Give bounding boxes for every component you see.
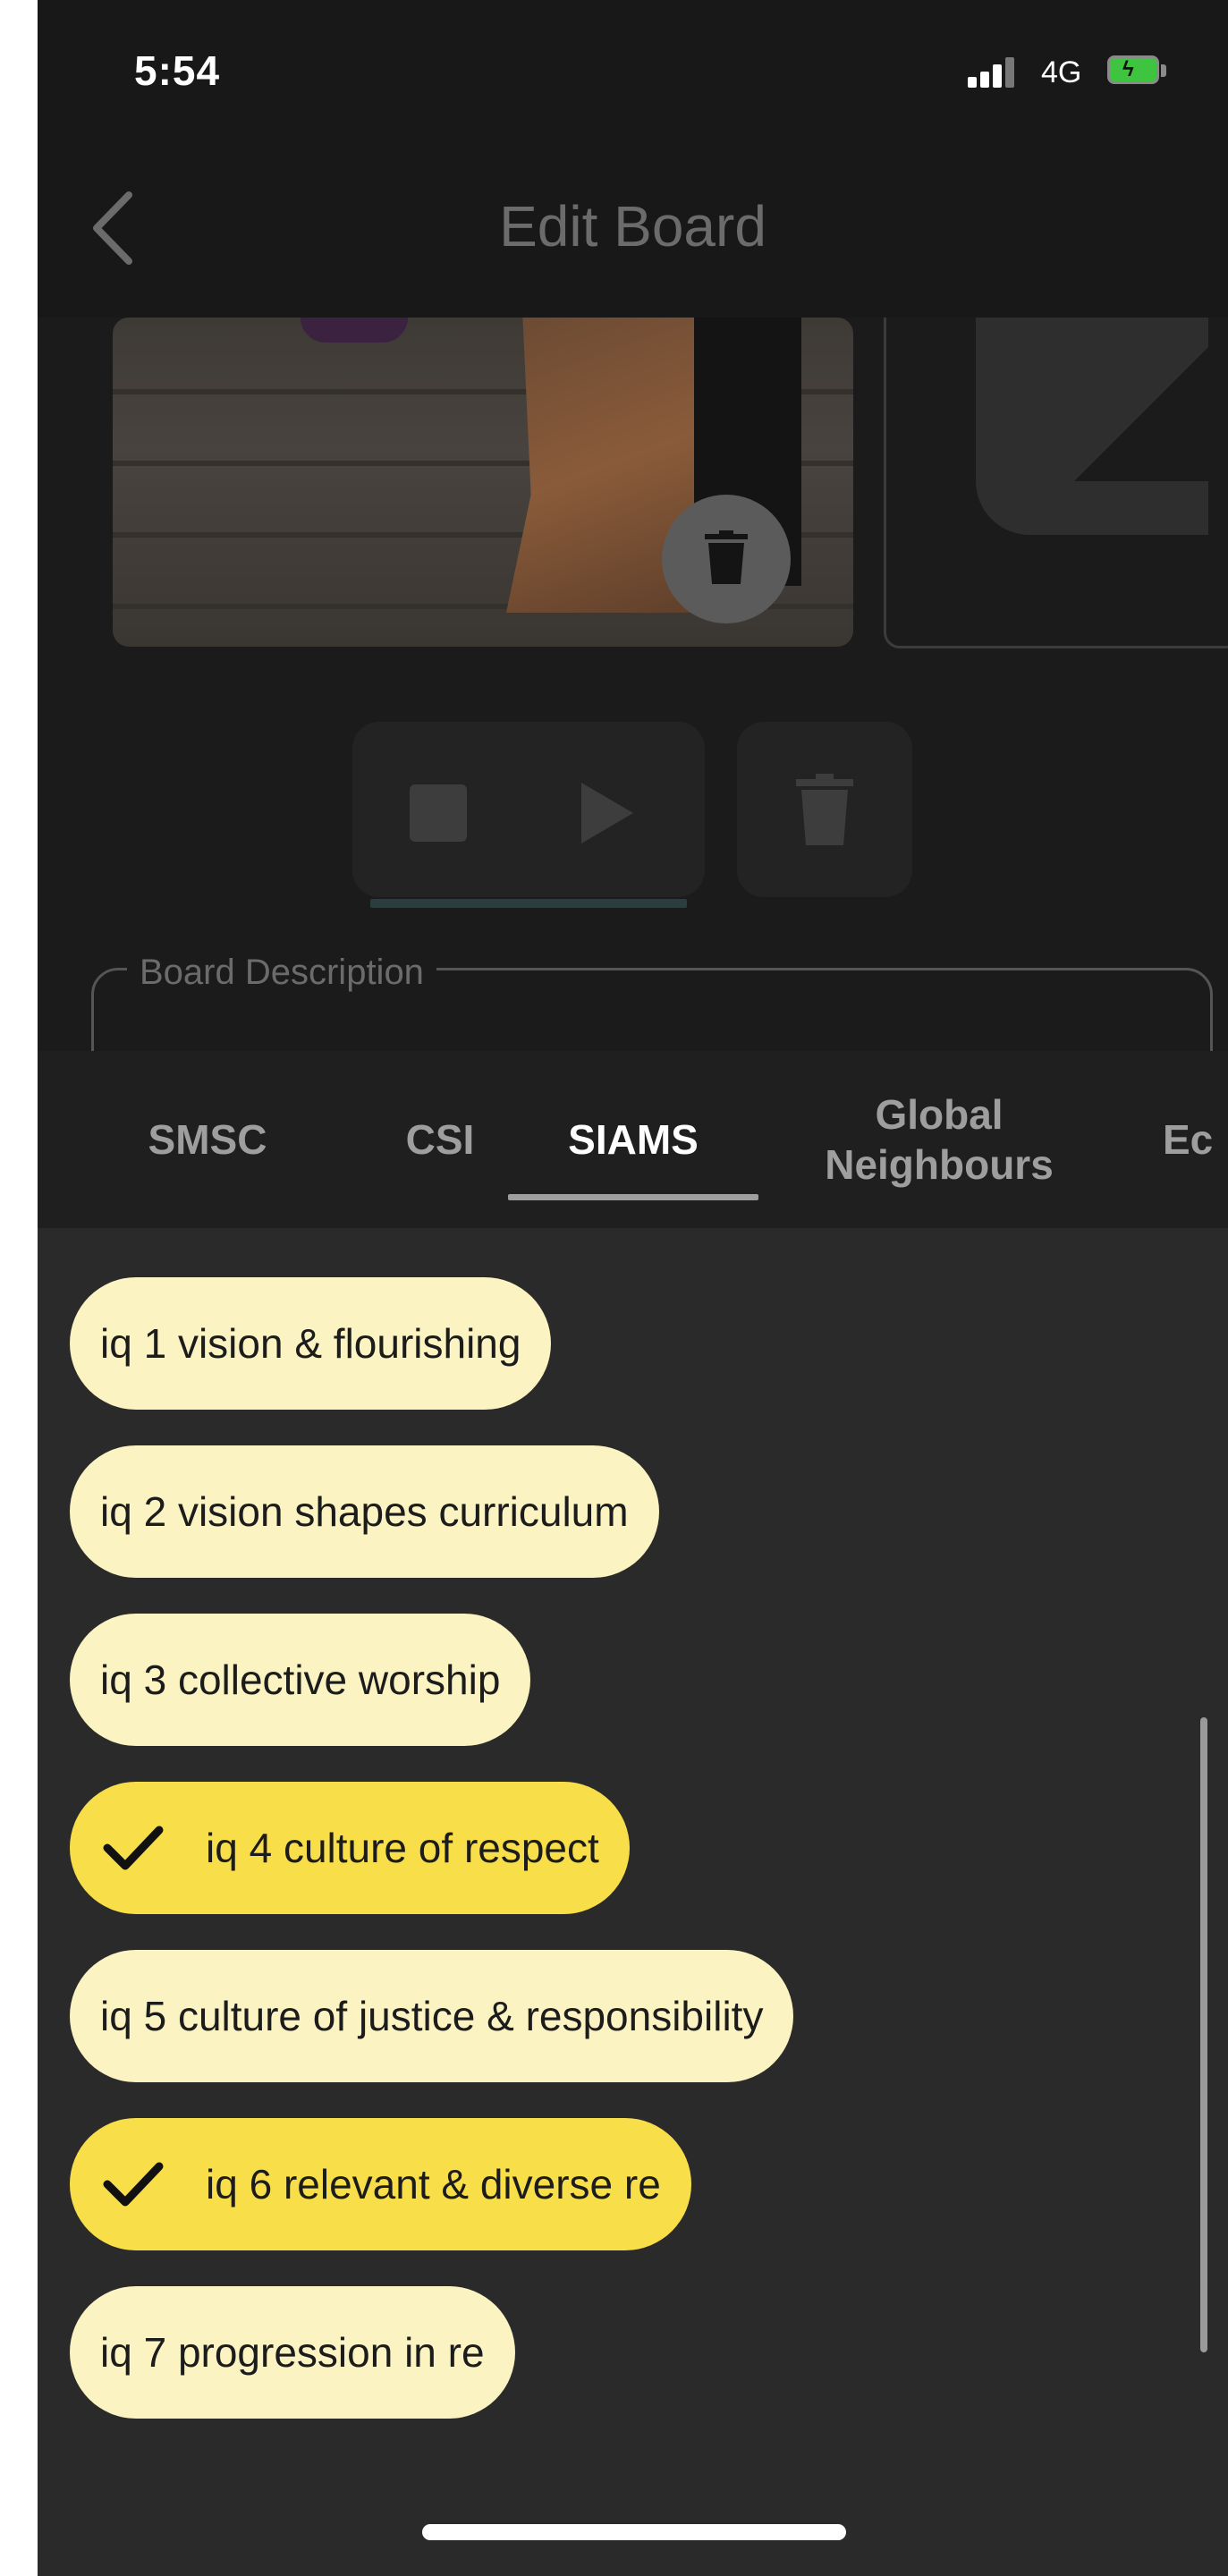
tag-chip-list: iq 1 vision & flourishing iq 2 vision sh… bbox=[38, 1228, 1228, 2576]
signal-icon bbox=[968, 57, 1018, 88]
tab-siams[interactable]: SIAMS bbox=[544, 1051, 723, 1228]
checkmark-icon bbox=[103, 1826, 164, 1870]
chip-iq5[interactable]: iq 5 culture of justice & responsibility bbox=[70, 1950, 794, 2082]
tab-global-neighbours[interactable]: Global Neighbours bbox=[796, 1051, 1082, 1228]
scrollbar[interactable] bbox=[1200, 1717, 1207, 2352]
status-time: 5:54 bbox=[134, 47, 221, 94]
tab-ec[interactable]: Ec bbox=[1163, 1051, 1228, 1228]
category-tab-bar: SMSC CSI SIAMS Global Neighbours Ec bbox=[38, 1051, 1228, 1228]
add-image-card[interactable] bbox=[884, 318, 1228, 648]
phone-screen: 5:54 4G ϟ Edit Board Board Description S… bbox=[38, 0, 1228, 2576]
board-editor-content: Board Description bbox=[38, 318, 1228, 1051]
delete-photo-button[interactable] bbox=[662, 495, 791, 623]
tab-smsc[interactable]: SMSC bbox=[127, 1051, 288, 1228]
active-tab-indicator bbox=[508, 1194, 758, 1200]
stop-icon[interactable] bbox=[410, 784, 467, 842]
chip-iq7[interactable]: iq 7 progression in re bbox=[70, 2286, 515, 2419]
board-description-label: Board Description bbox=[127, 953, 436, 993]
chip-iq6[interactable]: iq 6 relevant & diverse re bbox=[70, 2118, 691, 2250]
checkmark-icon bbox=[103, 2162, 164, 2207]
page-title: Edit Board bbox=[499, 194, 766, 258]
chip-iq1[interactable]: iq 1 vision & flourishing bbox=[70, 1277, 552, 1410]
tab-csi[interactable]: CSI bbox=[368, 1051, 512, 1228]
trash-icon bbox=[705, 530, 748, 584]
network-label: 4G bbox=[1041, 55, 1082, 89]
chip-iq3[interactable]: iq 3 collective worship bbox=[70, 1614, 531, 1746]
home-indicator bbox=[422, 2524, 846, 2540]
audio-controls bbox=[352, 722, 705, 897]
status-bar: 5:54 4G ϟ bbox=[38, 0, 1228, 134]
nav-bar: Edit Board bbox=[38, 134, 1228, 318]
battery-icon: ϟ bbox=[1107, 55, 1168, 88]
audio-progress-bar bbox=[370, 899, 687, 908]
chip-iq2[interactable]: iq 2 vision shapes curriculum bbox=[70, 1445, 659, 1578]
delete-audio-button[interactable] bbox=[737, 722, 912, 897]
chip-iq4[interactable]: iq 4 culture of respect bbox=[70, 1782, 630, 1914]
play-icon[interactable] bbox=[581, 783, 633, 843]
trash-icon bbox=[796, 774, 853, 845]
